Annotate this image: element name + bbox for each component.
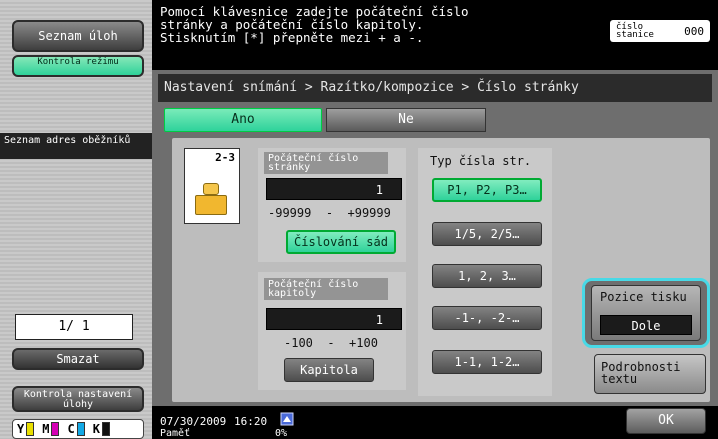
- breadcrumb: Nastavení snímání > Razítko/kompozice > …: [158, 74, 712, 102]
- start-page-input[interactable]: 1: [266, 178, 402, 200]
- text-details-button[interactable]: Podrobnosti textu: [594, 354, 706, 394]
- start-chapter-max: +100: [349, 336, 378, 350]
- type-option-chapter[interactable]: 1-1, 1-2…: [432, 350, 542, 374]
- page-counter: 1/ 1: [15, 314, 133, 340]
- number-type-title: Typ čísla str.: [430, 154, 532, 168]
- address-book-label: Seznam adres oběžníků: [0, 133, 152, 159]
- job-list-button[interactable]: Seznam úloh: [12, 20, 144, 52]
- number-type-section: Typ čísla str. P1, P2, P3… 1/5, 2/5… 1, …: [418, 148, 552, 396]
- yes-label: Ano: [231, 112, 255, 127]
- type-option-dash[interactable]: -1-, -2-…: [432, 306, 542, 330]
- yes-toggle[interactable]: Ano: [164, 108, 322, 132]
- type-option-fraction[interactable]: 1/5, 2/5…: [432, 222, 542, 246]
- ok-button[interactable]: OK: [626, 408, 706, 434]
- stamp-base: [195, 195, 227, 215]
- delete-button[interactable]: Smazat: [12, 348, 144, 370]
- start-page-min: -99999: [268, 206, 312, 220]
- time: 16:20: [234, 415, 268, 428]
- start-page-section: Počáteční číslo stránky 1 -99999 - +9999…: [258, 148, 406, 262]
- no-label: Ne: [398, 112, 414, 127]
- toner-m-label: M: [42, 422, 50, 436]
- toner-k-swatch: [101, 422, 110, 436]
- job-settings-check-label: Kontrola nastavení úlohy: [23, 389, 133, 410]
- screen: Seznam úloh Kontrola režimu Seznam adres…: [0, 0, 718, 439]
- toner-black: K: [93, 422, 110, 436]
- toner-y-label: Y: [17, 422, 25, 436]
- memory-label: Paměť: [160, 428, 191, 439]
- set-numbering-label: Číslování sád: [294, 235, 388, 249]
- mode-check-label: Kontrola režimu: [37, 57, 119, 67]
- set-numbering-button[interactable]: Číslování sád: [286, 230, 396, 254]
- print-position-button[interactable]: Pozice tisku Dole: [591, 285, 701, 341]
- toner-c-swatch: [76, 422, 85, 436]
- date: 07/30/2009: [160, 415, 227, 428]
- toner-c-label: C: [67, 422, 75, 436]
- toner-y-swatch: [26, 422, 35, 436]
- type-option-3-label: -1-, -2-…: [454, 311, 520, 325]
- mode-check-button[interactable]: Kontrola režimu: [12, 55, 144, 77]
- toner-levels: Y M C K: [12, 419, 144, 439]
- start-chapter-title: Počáteční číslo kapitoly: [264, 278, 388, 300]
- start-chapter-input[interactable]: 1: [266, 308, 402, 330]
- memory-percent: 0%: [275, 428, 288, 439]
- start-chapter-range: -100 - +100: [284, 336, 378, 350]
- toner-m-swatch: [51, 422, 60, 436]
- type-option-0-label: P1, P2, P3…: [447, 183, 527, 197]
- start-page-title: Počáteční číslo stránky: [264, 152, 388, 174]
- start-page-sep: -: [325, 206, 334, 220]
- page-counter-text: 1/ 1: [58, 319, 90, 334]
- start-chapter-section: Počáteční číslo kapitoly 1 -100 - +100 K…: [258, 272, 406, 390]
- stamp-handle: [203, 183, 219, 195]
- text-details-label: Podrobnosti textu: [601, 360, 681, 386]
- no-toggle[interactable]: Ne: [326, 108, 486, 132]
- page-number-sample: 2-3: [215, 151, 235, 164]
- start-page-range: -99999 - +99999: [268, 206, 391, 220]
- start-page-max: +99999: [347, 206, 391, 220]
- toner-k-label: K: [92, 422, 100, 436]
- toner-magenta: M: [42, 422, 60, 436]
- status-bar: 07/30/2009 16:20 Paměť 0% OK: [152, 406, 718, 439]
- delete-label: Smazat: [56, 352, 100, 366]
- page-stamp-icon: 2-3: [184, 148, 240, 224]
- job-list-label: Seznam úloh: [38, 29, 118, 43]
- main-panel: Nastavení snímání > Razítko/kompozice > …: [152, 70, 718, 406]
- address-book-text: Seznam adres oběžníků: [4, 135, 131, 146]
- type-option-1-label: 1/5, 2/5…: [454, 227, 520, 241]
- print-position-value: Dole: [600, 315, 692, 335]
- start-chapter-sep: -: [327, 336, 335, 350]
- type-option-plain[interactable]: 1, 2, 3…: [432, 264, 542, 288]
- print-position-highlight: Pozice tisku Dole: [582, 278, 710, 348]
- toner-yellow: Y: [17, 422, 35, 436]
- job-settings-check-button[interactable]: Kontrola nastavení úlohy: [12, 386, 144, 412]
- chapter-button[interactable]: Kapitola: [284, 358, 374, 382]
- type-option-p1p2p3[interactable]: P1, P2, P3…: [432, 178, 542, 202]
- station-label: číslo stanice: [616, 22, 654, 40]
- network-icon: [280, 412, 294, 426]
- ok-label: OK: [658, 413, 674, 428]
- instruction-message: Pomocí klávesnice zadejte počáteční čísl…: [152, 0, 718, 70]
- type-option-2-label: 1, 2, 3…: [458, 269, 516, 283]
- toner-cyan: C: [67, 422, 85, 436]
- print-position-label: Pozice tisku: [600, 290, 687, 304]
- chapter-label: Kapitola: [300, 363, 358, 377]
- station-number: číslo stanice 000: [610, 20, 710, 42]
- type-option-4-label: 1-1, 1-2…: [454, 355, 520, 369]
- station-value: 000: [684, 24, 704, 38]
- stamp-icon: [195, 183, 227, 217]
- left-sidebar: Seznam úloh Kontrola režimu Seznam adres…: [0, 0, 152, 439]
- start-chapter-min: -100: [284, 336, 313, 350]
